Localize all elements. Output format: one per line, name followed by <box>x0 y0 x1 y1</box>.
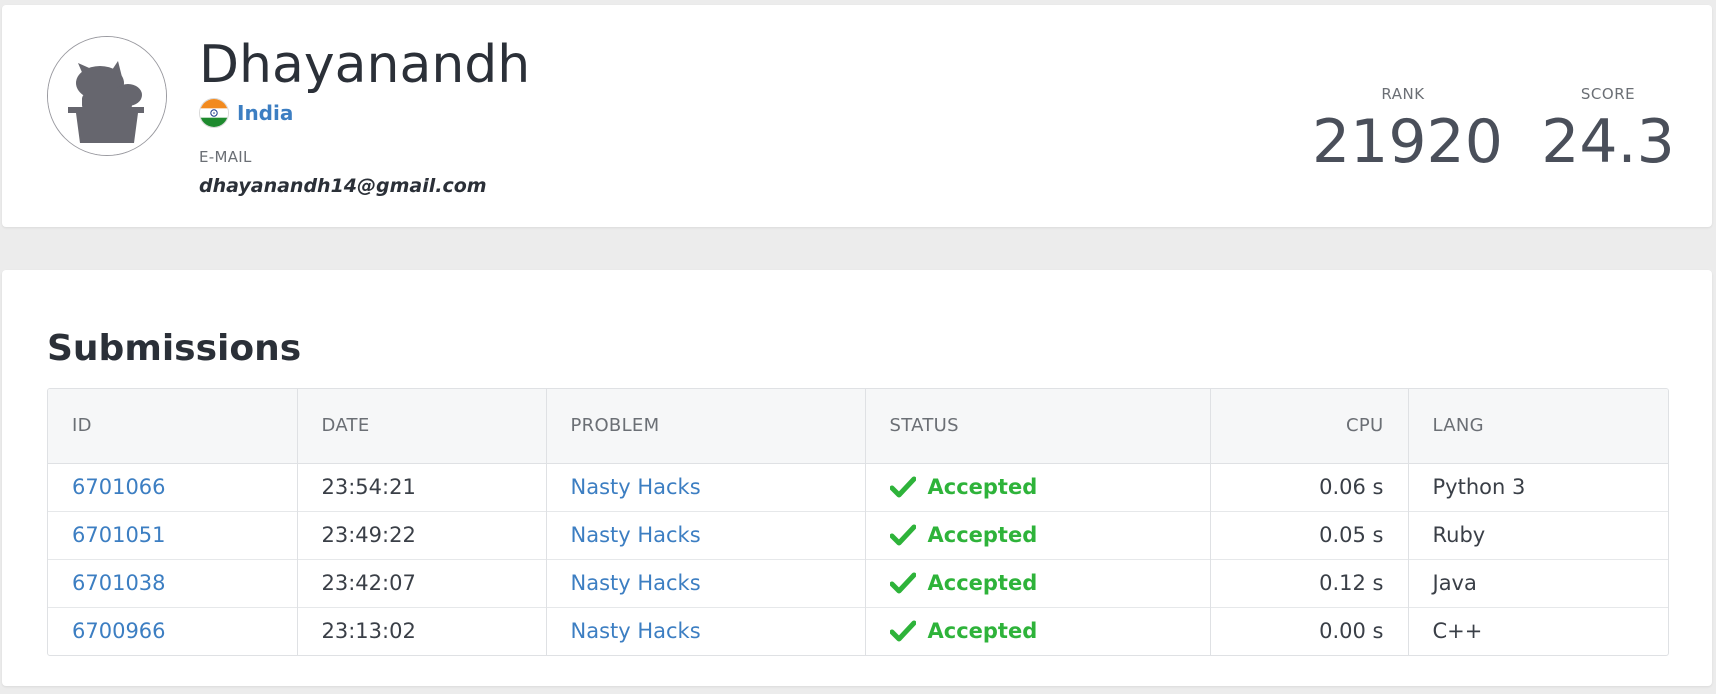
email-label: E-MAIL <box>199 148 252 166</box>
column-header-date: DATE <box>296 389 546 464</box>
status-accepted: Accepted <box>927 571 1038 595</box>
submission-date: 23:54:21 <box>296 463 546 511</box>
score-value: 24.3 <box>1541 107 1675 177</box>
score-stat: SCORE 24.3 <box>1538 85 1678 175</box>
table-row: 6701038 23:42:07 Nasty Hacks Accepted 0.… <box>48 558 1668 607</box>
language: Java <box>1407 558 1668 607</box>
status-cell: Accepted <box>889 560 1186 607</box>
profile-card: Dhayanandh India E-MAIL dhayanandh14@gma… <box>2 5 1712 227</box>
checkmark-icon <box>889 620 916 642</box>
column-header-status: STATUS <box>864 389 1210 464</box>
column-header-id: ID <box>48 389 297 464</box>
language: Python 3 <box>1407 463 1668 511</box>
india-flag-icon <box>199 98 229 128</box>
table-row: 6701051 23:49:22 Nasty Hacks Accepted 0.… <box>48 510 1668 559</box>
submissions-table: ID DATE PROBLEM STATUS CPU LANG 6701066 … <box>47 388 1669 656</box>
rank-value: 21920 <box>1312 107 1503 177</box>
checkmark-icon <box>889 572 916 594</box>
submission-date: 23:13:02 <box>296 606 546 655</box>
problem-link[interactable]: Nasty Hacks <box>571 523 701 547</box>
column-header-lang: LANG <box>1407 389 1668 464</box>
problem-link[interactable]: Nasty Hacks <box>571 475 701 499</box>
cpu-time: 0.00 s <box>1209 606 1408 655</box>
status-accepted: Accepted <box>927 619 1038 644</box>
avatar <box>47 36 167 156</box>
submission-date: 23:49:22 <box>296 510 546 559</box>
checkmark-icon <box>889 524 916 546</box>
cpu-time: 0.06 s <box>1209 463 1408 511</box>
country-link[interactable]: India <box>237 101 293 125</box>
language: C++ <box>1407 606 1668 655</box>
cat-avatar-icon <box>48 37 166 155</box>
rank-stat: RANK 21920 <box>1312 85 1503 177</box>
status-accepted: Accepted <box>927 475 1038 499</box>
problem-link[interactable]: Nasty Hacks <box>571 619 701 643</box>
submission-id-link[interactable]: 6700966 <box>72 619 166 643</box>
table-row: 6700966 23:13:02 Nasty Hacks Accepted 0.… <box>48 606 1668 655</box>
column-header-cpu: CPU <box>1209 389 1408 464</box>
rank-label: RANK <box>1381 85 1425 103</box>
column-header-problem: PROBLEM <box>545 389 865 464</box>
country[interactable]: India <box>199 98 293 128</box>
submission-id-link[interactable]: 6701051 <box>72 523 166 547</box>
status-accepted: Accepted <box>927 523 1038 547</box>
submissions-card: Submissions ID DATE PROBLEM STATUS CPU L… <box>2 270 1712 686</box>
problem-link[interactable]: Nasty Hacks <box>571 571 701 595</box>
cpu-time: 0.05 s <box>1209 510 1408 559</box>
status-cell: Accepted <box>889 512 1186 559</box>
submission-date: 23:42:07 <box>296 558 546 607</box>
submission-id-link[interactable]: 6701038 <box>72 571 166 595</box>
language: Ruby <box>1407 510 1668 559</box>
profile-name: Dhayanandh <box>199 35 531 95</box>
status-cell: Accepted <box>889 608 1186 655</box>
table-header-row: ID DATE PROBLEM STATUS CPU LANG <box>48 389 1668 464</box>
status-cell: Accepted <box>889 464 1186 511</box>
score-label: SCORE <box>1580 85 1636 103</box>
checkmark-icon <box>889 476 916 498</box>
cpu-time: 0.12 s <box>1209 558 1408 607</box>
submissions-title: Submissions <box>47 328 302 369</box>
table-row: 6701066 23:54:21 Nasty Hacks Accepted 0.… <box>48 463 1668 511</box>
email-value: dhayanandh14@gmail.com <box>199 175 487 197</box>
submission-id-link[interactable]: 6701066 <box>72 475 166 499</box>
